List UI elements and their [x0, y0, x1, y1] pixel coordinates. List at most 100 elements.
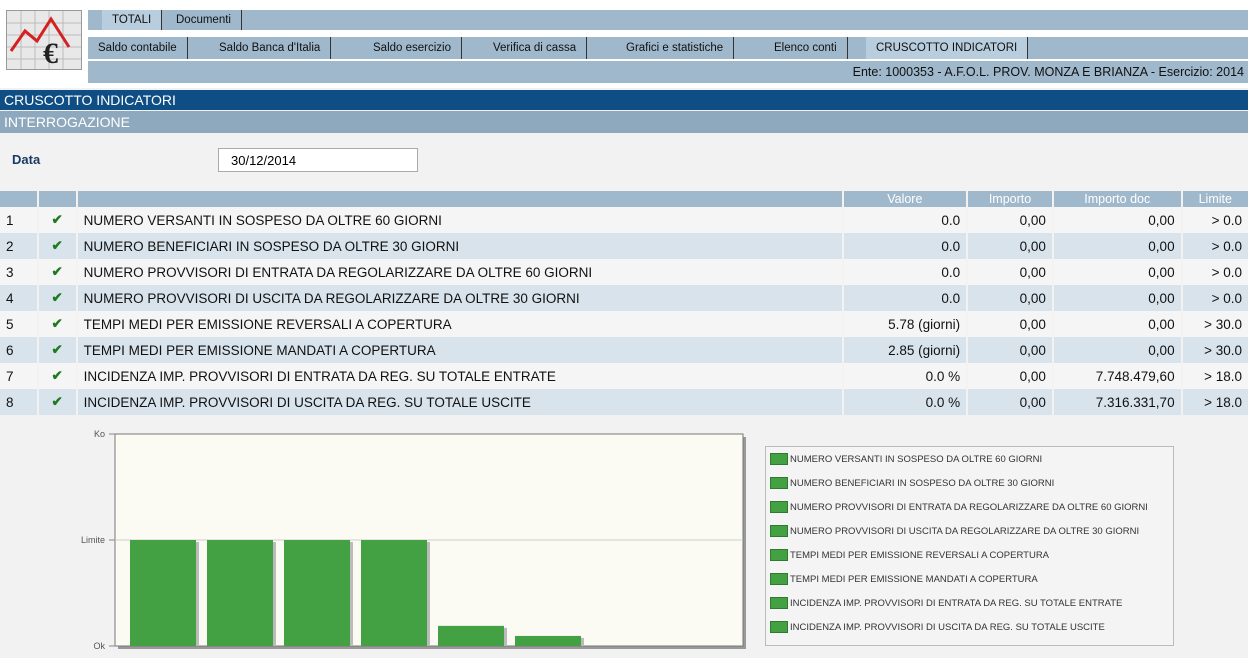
row-limite: > 0.0	[1180, 233, 1248, 259]
tab-verifica-cassa[interactable]: Verifica di cassa	[483, 37, 588, 59]
row-description: TEMPI MEDI PER EMISSIONE MANDATI A COPER…	[75, 337, 843, 363]
bar	[130, 540, 196, 646]
row-number: 8	[0, 389, 38, 415]
col-header-valore: Valore	[841, 191, 968, 207]
table-row[interactable]: 8 ✔ INCIDENZA IMP. PROVVISORI DI USCITA DA…	[0, 389, 1248, 415]
tab-documenti[interactable]: Documenti	[166, 10, 242, 30]
table-row[interactable]: 3 ✔ NUMERO PROVVISORI DI ENTRATA DA REGOLA…	[0, 259, 1248, 285]
tab-cruscotto-indicatori[interactable]: CRUSCOTTO INDICATORI	[866, 37, 1029, 59]
legend-item: NUMERO PROVVISORI DI USCITA DA REGOLARIZ…	[770, 523, 1139, 541]
page-title: CRUSCOTTO INDICATORI	[0, 90, 1248, 110]
y-tick-label: Ko	[94, 429, 105, 439]
legend-swatch	[770, 573, 788, 586]
bar	[515, 635, 581, 646]
row-importo-doc: 7.748.479,60	[1051, 363, 1182, 389]
row-number: 4	[0, 285, 38, 311]
table-row[interactable]: 7 ✔ INCIDENZA IMP. PROVVISORI DI ENTRATA D…	[0, 363, 1248, 389]
legend-item: NUMERO VERSANTI IN SOSPESO DA OLTRE 60 G…	[770, 451, 1042, 469]
row-importo-doc: 0,00	[1051, 207, 1182, 233]
row-limite: > 0.0	[1180, 207, 1248, 233]
legend-label: NUMERO BENEFICIARI IN SOSPESO DA OLTRE 3…	[790, 478, 1055, 489]
row-importo: 0,00	[966, 337, 1053, 363]
legend-swatch	[770, 453, 788, 466]
row-valore: 0.0	[841, 285, 968, 311]
row-valore: 0.0 %	[841, 389, 968, 415]
section-title: INTERROGAZIONE	[0, 111, 1248, 133]
col-header-number	[0, 191, 38, 207]
status-check-icon: ✔	[36, 207, 77, 233]
row-valore: 0.0	[841, 207, 968, 233]
row-limite: > 30.0	[1180, 311, 1248, 337]
table-row[interactable]: 6 ✔ TEMPI MEDI PER EMISSIONE MANDATI A COP…	[0, 337, 1248, 363]
legend-swatch	[770, 597, 788, 610]
indicators-chart: Ok Limite Ko	[60, 427, 750, 655]
row-importo-doc: 0,00	[1051, 337, 1182, 363]
row-number: 7	[0, 363, 38, 389]
tab-grafici-statistiche[interactable]: Grafici e statistiche	[616, 37, 735, 59]
legend-item: TEMPI MEDI PER EMISSIONE MANDATI A COPER…	[770, 571, 1038, 589]
row-importo-doc: 0,00	[1051, 285, 1182, 311]
row-number: 6	[0, 337, 38, 363]
tab-totali[interactable]: TOTALI	[102, 10, 163, 30]
col-header-importo: Importo	[966, 191, 1053, 207]
tab-elenco-conti[interactable]: Elenco conti	[764, 37, 848, 59]
col-header-importo-doc: Importo doc	[1051, 191, 1182, 207]
data-input[interactable]	[218, 148, 418, 172]
y-tick-label: Limite	[81, 535, 105, 545]
row-importo-doc: 7.316.331,70	[1051, 389, 1182, 415]
legend-item: NUMERO BENEFICIARI IN SOSPESO DA OLTRE 3…	[770, 475, 1054, 493]
legend-label: NUMERO VERSANTI IN SOSPESO DA OLTRE 60 G…	[790, 454, 1043, 465]
row-description: INCIDENZA IMP. PROVVISORI DI USCITA DA R…	[75, 389, 843, 415]
legend-item: NUMERO PROVVISORI DI ENTRATA DA REGOLARI…	[770, 499, 1148, 517]
legend-swatch	[770, 549, 788, 562]
table-row[interactable]: 4 ✔ NUMERO PROVVISORI DI USCITA DA REGOLAR…	[0, 285, 1248, 311]
row-number: 2	[0, 233, 38, 259]
status-check-icon: ✔	[36, 337, 77, 363]
row-importo: 0,00	[966, 311, 1053, 337]
legend-swatch	[770, 621, 788, 634]
legend-item: TEMPI MEDI PER EMISSIONE REVERSALI A COP…	[770, 547, 1049, 565]
bar	[207, 540, 273, 646]
table-row[interactable]: 5 ✔ TEMPI MEDI PER EMISSIONE REVERSALI A C…	[0, 311, 1248, 337]
row-description: NUMERO VERSANTI IN SOSPESO DA OLTRE 60 G…	[75, 207, 843, 233]
row-importo-doc: 0,00	[1051, 311, 1182, 337]
status-check-icon: ✔	[36, 363, 77, 389]
row-description: NUMERO PROVVISORI DI USCITA DA REGOLARIZ…	[75, 285, 843, 311]
legend-label: INCIDENZA IMP. PROVVISORI DI ENTRATA DA …	[790, 598, 1123, 609]
status-check-icon: ✔	[36, 259, 77, 285]
legend-swatch	[770, 477, 788, 490]
row-importo: 0,00	[966, 207, 1053, 233]
row-importo: 0,00	[966, 363, 1053, 389]
status-check-icon: ✔	[36, 389, 77, 415]
data-label: Data	[12, 152, 41, 167]
status-check-icon: ✔	[36, 311, 77, 337]
legend-label: NUMERO PROVVISORI DI USCITA DA REGOLARIZ…	[790, 526, 1140, 537]
tab-saldo-banca-italia[interactable]: Saldo Banca d'Italia	[209, 37, 332, 59]
legend-label: TEMPI MEDI PER EMISSIONE MANDATI A COPER…	[790, 574, 1038, 585]
tab-saldo-esercizio[interactable]: Saldo esercizio	[363, 37, 462, 59]
row-valore: 0.0	[841, 259, 968, 285]
legend-item: INCIDENZA IMP. PROVVISORI DI USCITA DA R…	[770, 619, 1105, 637]
menu-level-1: TOTALI Documenti	[88, 10, 1248, 30]
table-row[interactable]: 1 ✔ NUMERO VERSANTI IN SOSPESO DA OLTRE 60…	[0, 207, 1248, 233]
row-limite: > 0.0	[1180, 285, 1248, 311]
tab-saldo-contabile[interactable]: Saldo contabile	[88, 37, 188, 59]
legend-label: NUMERO PROVVISORI DI ENTRATA DA REGOLARI…	[790, 502, 1148, 513]
menu-level-2: Saldo contabile Saldo Banca d'Italia Sal…	[88, 37, 1248, 59]
row-importo: 0,00	[966, 233, 1053, 259]
row-importo-doc: 0,00	[1051, 259, 1182, 285]
row-valore: 2.85 (giorni)	[841, 337, 968, 363]
chart-legend: NUMERO VERSANTI IN SOSPESO DA OLTRE 60 G…	[765, 446, 1174, 646]
chart-euro-logo-icon: €	[7, 11, 81, 70]
bar	[438, 625, 504, 646]
row-importo: 0,00	[966, 259, 1053, 285]
legend-swatch	[770, 501, 788, 514]
ente-bar: Ente: 1000353 - A.F.O.L. PROV. MONZA E B…	[88, 61, 1248, 83]
table-row[interactable]: 2 ✔ NUMERO BENEFICIARI IN SOSPESO DA OLTRE…	[0, 233, 1248, 259]
chart-svg: Ok Limite Ko	[81, 429, 746, 651]
indicators-table: Valore Importo Importo doc Limite 1 ✔ NUME…	[0, 191, 1248, 415]
table-header-row: Valore Importo Importo doc Limite	[0, 191, 1248, 207]
bar	[284, 540, 350, 646]
row-valore: 0.0	[841, 233, 968, 259]
row-importo: 0,00	[966, 285, 1053, 311]
